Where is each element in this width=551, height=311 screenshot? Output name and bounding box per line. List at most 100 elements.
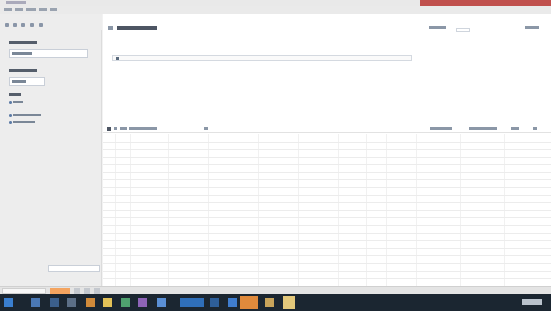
new-union-item[interactable] [13, 114, 41, 116]
table-cell [168, 157, 209, 166]
hidden-fields-toggle[interactable] [469, 127, 497, 130]
sort-select[interactable] [129, 127, 157, 130]
column-header[interactable] [103, 134, 116, 143]
app-icon[interactable] [67, 298, 76, 307]
table-cell [504, 142, 551, 151]
explorer-icon[interactable] [50, 298, 59, 307]
menu-item-window[interactable] [26, 8, 36, 11]
table-cell [416, 172, 461, 181]
table-cell [504, 271, 551, 280]
table-cell [130, 217, 169, 227]
new-custom-sql-item[interactable] [13, 121, 35, 123]
excel-icon[interactable] [121, 298, 130, 307]
table-cell [460, 217, 505, 227]
table-cell [460, 187, 505, 196]
table-cell [258, 217, 299, 227]
grid-view-icon[interactable] [107, 127, 111, 131]
menu-item-file[interactable] [4, 8, 12, 11]
folder-icon[interactable] [103, 298, 112, 307]
menu-item-server[interactable] [39, 8, 47, 11]
table-cell [338, 179, 367, 189]
table-cell [338, 157, 367, 166]
column-header[interactable] [208, 134, 259, 143]
column-header[interactable] [115, 134, 131, 143]
table-cell [258, 187, 299, 196]
column-header[interactable] [130, 134, 169, 143]
table-cell [258, 157, 299, 166]
table-cell [115, 202, 131, 211]
table-cell [103, 210, 116, 219]
go-to-worksheet-button[interactable] [48, 265, 100, 272]
filters-label[interactable] [525, 26, 539, 29]
join-canvas-drop-zone[interactable] [112, 55, 412, 61]
search-icon[interactable] [533, 127, 537, 130]
redo-icon[interactable] [39, 23, 43, 27]
save-icon[interactable] [21, 23, 25, 27]
app-icon[interactable] [157, 298, 166, 307]
table-cell [504, 240, 551, 249]
table-cell [115, 271, 131, 280]
network-icon[interactable] [210, 298, 219, 307]
notes-icon[interactable] [283, 296, 295, 309]
menu-bar [0, 6, 551, 14]
table-cell [115, 263, 131, 272]
table-cell [298, 187, 339, 196]
table-cell [298, 202, 339, 211]
column-header[interactable] [416, 134, 461, 143]
table-cell [208, 195, 259, 204]
table-item[interactable] [13, 101, 23, 103]
forward-icon[interactable] [13, 23, 17, 27]
table-cell [338, 263, 367, 272]
back-icon[interactable] [5, 23, 9, 27]
list-view-icon[interactable] [114, 127, 117, 130]
show-aliases-toggle[interactable] [430, 127, 452, 130]
table-cell [208, 210, 259, 219]
table-cell [168, 142, 209, 151]
table-cell [366, 179, 387, 189]
connection-item[interactable] [9, 49, 88, 58]
column-header[interactable] [258, 134, 299, 143]
column-header[interactable] [366, 134, 387, 143]
menu-item-help[interactable] [50, 8, 57, 11]
tableau-icon[interactable] [180, 298, 204, 307]
table-row [103, 172, 551, 181]
table-cell [115, 172, 131, 181]
firefox-icon[interactable] [86, 298, 95, 307]
table-cell [504, 225, 551, 234]
column-header[interactable] [460, 134, 505, 143]
column-header[interactable] [168, 134, 209, 143]
data-source-title[interactable] [117, 26, 157, 30]
table-cell [416, 187, 461, 196]
chevron-down-icon[interactable] [204, 127, 208, 130]
table-cell [258, 233, 299, 242]
app-icon[interactable] [228, 298, 237, 307]
table-cell [208, 255, 259, 264]
table-cell [386, 187, 417, 196]
table-icon [9, 121, 12, 124]
ie-icon[interactable] [31, 298, 40, 307]
table-cell [460, 210, 505, 219]
onenote-icon[interactable] [138, 298, 147, 307]
table-cell [366, 217, 387, 227]
column-header[interactable] [338, 134, 367, 143]
table-cell [168, 240, 209, 249]
table-cell [460, 157, 505, 166]
table-cell [130, 187, 169, 196]
menu-item-data[interactable] [15, 8, 23, 11]
table-cell [258, 172, 299, 181]
table-cell [416, 202, 461, 211]
table-cell [504, 210, 551, 219]
database-select[interactable] [9, 77, 45, 86]
table-cell [115, 255, 131, 264]
table-cell [386, 233, 417, 242]
start-icon[interactable] [4, 298, 13, 307]
undo-icon[interactable] [30, 23, 34, 27]
column-header[interactable] [386, 134, 417, 143]
app-icon[interactable] [240, 296, 258, 309]
connection-toggle[interactable] [456, 28, 470, 32]
column-header[interactable] [504, 134, 551, 143]
app-icon[interactable] [265, 298, 274, 307]
table-cell [386, 179, 417, 189]
table-cell [416, 271, 461, 280]
column-header[interactable] [298, 134, 339, 143]
